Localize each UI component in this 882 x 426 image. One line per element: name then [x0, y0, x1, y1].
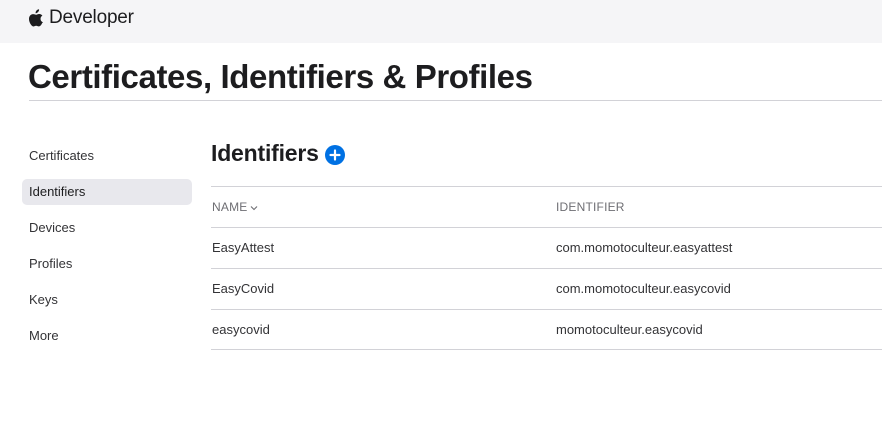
sidebar-item-certificates[interactable]: Certificates [22, 143, 192, 169]
row-identifier: com.momotoculteur.easycovid [556, 281, 731, 296]
table-header-row: NAME IDENTIFIER [211, 186, 882, 227]
table-row[interactable]: EasyCovid com.momotoculteur.easycovid [211, 268, 882, 309]
sidebar-item-more[interactable]: More [22, 323, 192, 349]
plus-circle-icon [329, 148, 341, 161]
row-identifier: com.momotoculteur.easyattest [556, 240, 733, 255]
developer-home-link[interactable]: Developer [29, 6, 134, 30]
row-name[interactable]: easycovid [212, 310, 270, 350]
identifier-column-header[interactable]: IDENTIFIER [556, 187, 625, 227]
sidebar-item-devices[interactable]: Devices [22, 215, 192, 241]
section-header: Identifiers [211, 140, 345, 167]
chevron-down-icon [250, 204, 258, 211]
apple-logo-icon [29, 9, 44, 27]
sidebar-nav: Certificates Identifiers Devices Profile… [22, 143, 192, 359]
section-title: Identifiers [211, 140, 319, 166]
identifiers-table: NAME IDENTIFIER EasyAttest com.momotocul… [211, 186, 882, 350]
brand-label: Developer [49, 7, 134, 28]
row-name[interactable]: EasyCovid [212, 269, 274, 309]
global-nav-bar: Developer [0, 0, 882, 43]
sidebar-item-profiles[interactable]: Profiles [22, 251, 192, 277]
title-divider [29, 100, 882, 101]
table-row[interactable]: EasyAttest com.momotoculteur.easyattest [211, 227, 882, 268]
name-column-header[interactable]: NAME [212, 187, 258, 227]
row-name[interactable]: EasyAttest [212, 228, 274, 268]
name-column-label: NAME [212, 200, 248, 214]
page-title: Certificates, Identifiers & Profiles [28, 58, 533, 95]
table-row[interactable]: easycovid momotoculteur.easycovid [211, 309, 882, 350]
add-identifier-button[interactable] [324, 144, 345, 165]
sidebar-item-keys[interactable]: Keys [22, 287, 192, 313]
row-identifier: momotoculteur.easycovid [556, 322, 703, 337]
sidebar-item-identifiers[interactable]: Identifiers [22, 179, 192, 205]
